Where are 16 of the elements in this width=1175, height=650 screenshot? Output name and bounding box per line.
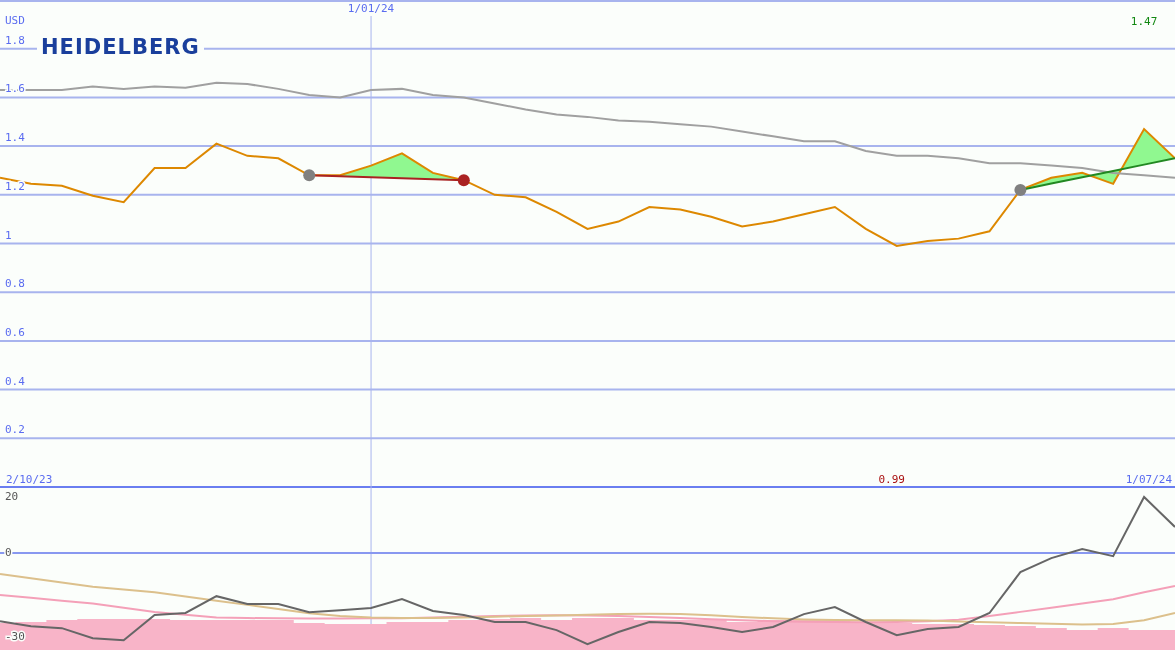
- date-label: 1/01/24: [347, 2, 395, 15]
- axis-title: USD: [5, 14, 25, 27]
- axis-label: 1.2: [5, 179, 25, 193]
- date-label: 2/10/23: [6, 473, 53, 486]
- date-label: 1/07/24: [1125, 473, 1172, 486]
- axis-label: 0.4: [5, 374, 25, 388]
- axis-label: -30: [5, 630, 25, 644]
- axis-label: 0.6: [5, 325, 25, 339]
- axis-label: 1.4: [5, 131, 25, 145]
- axis-label: 20: [5, 489, 19, 503]
- axis-label: 1.8: [5, 33, 25, 47]
- axis-label: 1: [5, 228, 12, 242]
- low-label: 0.99: [878, 473, 905, 486]
- high-label: 1.47: [1130, 15, 1158, 28]
- axis-label: 0.2: [5, 423, 25, 437]
- axis-label: 0.8: [5, 277, 25, 291]
